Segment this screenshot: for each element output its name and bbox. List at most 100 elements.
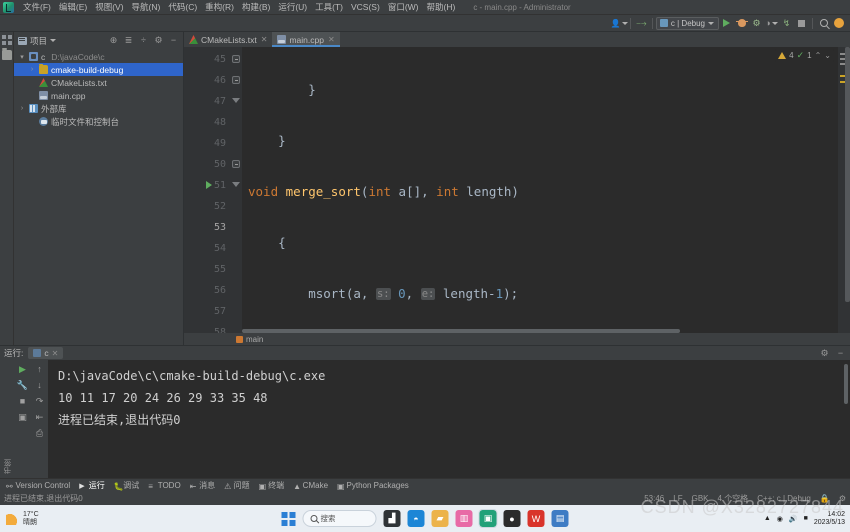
editor-viewport[interactable]: 45 46 47 48 49 50 51 52 53 54 55 56 57 5… bbox=[184, 47, 850, 333]
vcs-user-icon[interactable]: 👤 bbox=[611, 16, 628, 30]
menu-edit[interactable]: 编辑(E) bbox=[55, 0, 91, 15]
taskbar-app-clion[interactable]: ▣ bbox=[478, 509, 498, 528]
twisty-icon[interactable]: › bbox=[18, 105, 26, 112]
attach-process-button[interactable]: ↯ bbox=[779, 16, 794, 30]
chevron-up-icon[interactable]: ▲ bbox=[764, 515, 771, 522]
scrollbar-thumb[interactable] bbox=[844, 364, 848, 404]
breadcrumb[interactable]: main bbox=[184, 333, 850, 345]
scroll-up-icon[interactable]: ↑ bbox=[35, 364, 45, 374]
code-text[interactable]: } } void merge_sort(int a[], int length)… bbox=[242, 47, 838, 333]
select-opened-file-icon[interactable]: ⊕ bbox=[108, 35, 119, 46]
project-tool-icon[interactable] bbox=[1, 35, 12, 45]
taskbar-app-file-explorer-dark[interactable]: ▟ bbox=[383, 510, 401, 527]
settings-gear-icon[interactable]: ⚙ bbox=[153, 35, 164, 46]
tree-node-cmake-build-debug[interactable]: › cmake-build-debug bbox=[14, 63, 183, 76]
menu-file[interactable]: 文件(F) bbox=[19, 0, 55, 15]
menu-code[interactable]: 代码(C) bbox=[164, 0, 201, 15]
project-view-chevron-icon[interactable] bbox=[50, 39, 57, 42]
tree-node-cmakelists[interactable]: CMakeLists.txt bbox=[14, 76, 183, 89]
twisty-icon[interactable]: › bbox=[28, 66, 36, 73]
scrollbar-thumb[interactable] bbox=[242, 329, 681, 333]
close-icon[interactable]: ✕ bbox=[52, 349, 59, 358]
start-button-icon[interactable] bbox=[281, 511, 296, 526]
project-tree[interactable]: ▾ c D:\javaCode\c › cmake-build-debug CM… bbox=[14, 49, 183, 345]
editor-horizontal-scrollbar[interactable] bbox=[242, 329, 834, 333]
toolwindow-python-packages[interactable]: ▣ Python Packages bbox=[337, 481, 409, 491]
run-with-coverage-button[interactable]: ⚙ bbox=[749, 16, 764, 30]
taskbar-app-edge[interactable]: ◓ bbox=[407, 510, 425, 527]
scroll-down-icon[interactable]: ↓ bbox=[35, 380, 45, 390]
toolwindow-terminal[interactable]: ▣ 终端 bbox=[259, 480, 285, 491]
menu-window[interactable]: 窗口(W) bbox=[384, 0, 423, 15]
language-config[interactable]: C++: c | Debug bbox=[757, 494, 811, 503]
stop-button[interactable] bbox=[794, 16, 809, 30]
tree-node-main-cpp[interactable]: main.cpp bbox=[14, 89, 183, 102]
chevron-up-icon[interactable]: ⌃ bbox=[815, 51, 822, 60]
file-encoding[interactable]: GBK bbox=[692, 494, 709, 503]
tab-main-cpp[interactable]: main.cpp ✕ bbox=[272, 32, 340, 47]
taskbar-search[interactable]: 搜索 bbox=[302, 510, 377, 527]
profile-button[interactable]: ◑ bbox=[764, 16, 779, 30]
tree-node-scratches[interactable]: 临时文件和控制台 bbox=[14, 115, 183, 128]
avatar[interactable] bbox=[831, 16, 846, 30]
notifications-icon[interactable]: ⚙ bbox=[839, 494, 846, 503]
expand-all-icon[interactable]: ≣ bbox=[123, 35, 134, 46]
toolwindow-messages[interactable]: ⇤ 消息 bbox=[190, 480, 216, 491]
taskbar-app-explorer[interactable]: ▰ bbox=[431, 510, 449, 527]
structure-tool-icon[interactable] bbox=[1, 48, 12, 60]
toolwindow-cmake[interactable]: ▲ CMake bbox=[293, 481, 328, 491]
toolwindow-run[interactable]: ▶ 运行 bbox=[79, 480, 105, 491]
stop-icon[interactable]: ■ bbox=[18, 396, 28, 406]
menu-refactor[interactable]: 重构(R) bbox=[201, 0, 238, 15]
rerun-icon[interactable]: ▶ bbox=[18, 364, 28, 374]
run-button[interactable] bbox=[719, 16, 734, 30]
line-separator[interactable]: LF bbox=[673, 494, 682, 503]
line-number-with-run-marker[interactable]: 51 bbox=[184, 175, 230, 196]
fold-collapse-icon[interactable] bbox=[232, 55, 240, 63]
weather-widget[interactable]: 17°C 晴朗 bbox=[6, 511, 39, 527]
print-icon[interactable]: ⎙ bbox=[35, 428, 45, 438]
hide-panel-icon[interactable]: − bbox=[168, 35, 179, 46]
twisty-icon[interactable]: ▾ bbox=[18, 53, 26, 61]
pin-icon[interactable]: ▣ bbox=[18, 412, 28, 422]
caret-position[interactable]: 53:46 bbox=[644, 494, 664, 503]
collapse-all-icon[interactable]: ÷ bbox=[138, 35, 149, 46]
run-tab-c[interactable]: c ✕ bbox=[28, 347, 64, 359]
close-icon[interactable]: ✕ bbox=[261, 35, 268, 44]
build-hammer-icon[interactable]: ⤍ bbox=[634, 16, 649, 30]
tab-cmakelists[interactable]: CMakeLists.txt ✕ bbox=[184, 32, 272, 47]
lock-icon[interactable]: 🔒 bbox=[820, 494, 830, 503]
volume-icon[interactable]: 🔊 bbox=[789, 515, 798, 523]
taskbar-app-pink[interactable]: ▥ bbox=[455, 510, 473, 527]
indent-setting[interactable]: 4 个空格 bbox=[718, 493, 749, 504]
menu-navigate[interactable]: 导航(N) bbox=[128, 0, 165, 15]
close-icon[interactable]: ✕ bbox=[328, 35, 335, 44]
settings-gear-icon[interactable]: ⚙ bbox=[819, 348, 830, 359]
battery-icon[interactable]: ■ bbox=[804, 515, 808, 522]
taskbar-clock[interactable]: 14:02 2023/5/13 bbox=[814, 511, 845, 527]
chevron-down-icon[interactable]: ⌄ bbox=[824, 51, 831, 60]
debug-button[interactable] bbox=[734, 16, 749, 30]
menu-run[interactable]: 运行(U) bbox=[274, 0, 311, 15]
inspections-widget[interactable]: 4 ✓ 1 ⌃ ⌄ bbox=[775, 49, 834, 62]
taskbar-app-wps[interactable]: W bbox=[527, 510, 545, 527]
run-configuration-selector[interactable]: c | Debug bbox=[655, 16, 719, 30]
wrench-icon[interactable]: 🔧 bbox=[17, 380, 28, 390]
fold-collapse-icon[interactable] bbox=[232, 76, 240, 84]
taskbar-app-qq[interactable]: ● bbox=[503, 510, 521, 527]
menu-build[interactable]: 构建(B) bbox=[238, 0, 274, 15]
taskbar-app-notepad[interactable]: ▤ bbox=[551, 510, 569, 527]
menu-vcs[interactable]: VCS(S) bbox=[347, 0, 384, 15]
toolwindow-debug[interactable]: 🐛 调试 bbox=[114, 480, 140, 491]
toolwindow-todo[interactable]: ≡ TODO bbox=[148, 481, 180, 491]
fold-collapse-icon[interactable] bbox=[232, 160, 240, 168]
tree-node-external-libraries[interactable]: › 外部库 bbox=[14, 102, 183, 115]
fold-expand-icon[interactable] bbox=[232, 98, 240, 103]
hide-panel-icon[interactable]: − bbox=[835, 348, 846, 359]
search-everywhere-icon[interactable] bbox=[816, 16, 831, 30]
soft-wrap-icon[interactable]: ↷ bbox=[35, 396, 45, 406]
bookmarks-label[interactable]: 书签 bbox=[2, 459, 13, 474]
menu-tools[interactable]: 工具(T) bbox=[311, 0, 347, 15]
menu-help[interactable]: 帮助(H) bbox=[423, 0, 460, 15]
tree-node-c[interactable]: ▾ c D:\javaCode\c bbox=[14, 50, 183, 63]
